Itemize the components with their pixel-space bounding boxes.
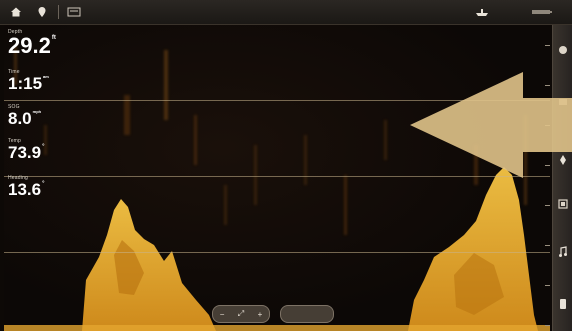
temp-value: 73.9 <box>8 143 42 162</box>
scale-tick <box>545 205 550 206</box>
settings-icon[interactable] <box>556 197 570 211</box>
boat-icon[interactable] <box>474 4 490 20</box>
temp-value-wrap: 73.9° <box>8 144 45 161</box>
time-readout: Time 1:15am <box>8 69 49 92</box>
time-unit: am <box>43 74 49 79</box>
scale-tick <box>545 325 550 326</box>
music-icon[interactable] <box>556 245 570 259</box>
toolbar-divider <box>58 5 59 19</box>
top-bar <box>0 0 572 25</box>
home-icon[interactable] <box>8 4 24 20</box>
sonar-screen: Depth 29.2ft Time 1:15am SOG 8.0mph Temp… <box>0 0 572 331</box>
speed-value-wrap: 8.0mph <box>8 109 42 128</box>
scale-tick <box>545 45 550 46</box>
time-value-wrap: 1:15am <box>8 74 49 93</box>
phone-icon[interactable] <box>556 297 570 311</box>
depth-value-wrap: 29.2ft <box>8 35 56 57</box>
depth-readout: Depth 29.2ft <box>8 29 56 57</box>
depth-value: 29.2 <box>8 33 51 58</box>
speed-readout: SOG 8.0mph <box>8 104 41 127</box>
battery-icon <box>530 4 554 20</box>
heading-unit: ° <box>42 181 45 187</box>
menu-icon[interactable] <box>66 4 82 20</box>
zoom-fit-button[interactable]: ⤢ <box>238 309 244 319</box>
scale-tick <box>545 245 550 246</box>
depth-unit: ft <box>51 35 56 41</box>
zoom-out-button[interactable]: − <box>220 310 225 319</box>
speed-value: 8.0 <box>8 109 32 128</box>
pin-icon[interactable] <box>34 4 50 20</box>
heading-readout: Heading 13.6° <box>8 175 45 198</box>
temp-readout: Temp 73.9° <box>8 138 45 161</box>
marker-icon[interactable] <box>556 43 570 57</box>
depth-line <box>4 252 550 253</box>
speed-unit: mph <box>32 109 42 114</box>
temp-unit: ° <box>42 144 45 150</box>
time-value: 1:15 <box>8 74 43 93</box>
heading-value-wrap: 13.6° <box>8 181 45 198</box>
scroll-pill-button[interactable] <box>280 305 334 323</box>
zoom-control[interactable]: − ⤢ + <box>212 305 270 323</box>
arrow-overlay <box>410 72 572 183</box>
scale-tick <box>545 285 550 286</box>
zoom-in-button[interactable]: + <box>258 310 263 319</box>
heading-value: 13.6 <box>8 180 42 199</box>
